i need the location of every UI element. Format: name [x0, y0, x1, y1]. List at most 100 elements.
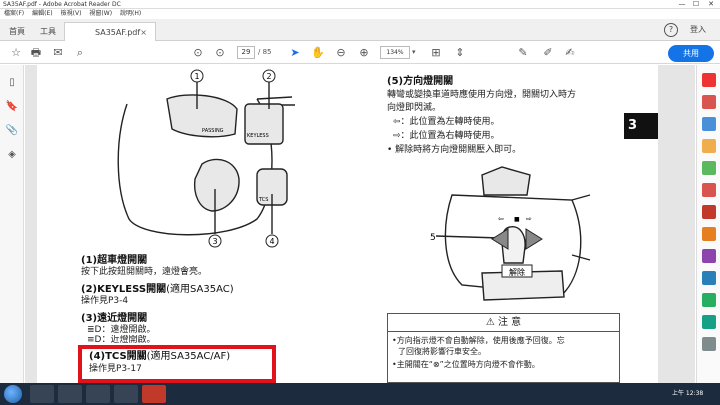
- page-total-label: / 85: [258, 48, 272, 56]
- clock[interactable]: 上午 12:38: [672, 387, 703, 401]
- menu-bar: 檔案(F) 編輯(E) 檢視(V) 視窗(W) 說明(H): [0, 9, 720, 19]
- hand-tool-icon[interactable]: ✋: [310, 45, 326, 61]
- more-tools-icon[interactable]: [702, 293, 716, 307]
- s3-body-2: ≡D：近燈開啟。: [87, 335, 156, 343]
- callout-2: 2: [266, 72, 271, 81]
- scroll-mode-icon[interactable]: ⇕: [452, 45, 468, 61]
- start-button[interactable]: [4, 385, 22, 403]
- tab-tools[interactable]: 工具: [34, 22, 62, 41]
- print-icon[interactable]: 🖶: [28, 45, 44, 61]
- left-navigation-rail: ▯ 🔖 📎 ◈: [0, 65, 24, 383]
- help-icon[interactable]: ?: [664, 23, 678, 37]
- share-button[interactable]: 共用: [668, 45, 714, 62]
- taskbar-acrobat-icon[interactable]: [142, 385, 166, 403]
- menu-file[interactable]: 檔案(F): [4, 9, 24, 19]
- fit-page-icon[interactable]: ⊞: [428, 45, 444, 61]
- settings-icon[interactable]: [702, 337, 716, 351]
- caution-line-2: 了回復將影響行車安全。: [398, 347, 486, 356]
- sign-icon[interactable]: ✍: [562, 45, 578, 61]
- redact-icon[interactable]: [702, 205, 716, 219]
- protect-icon[interactable]: [702, 227, 716, 241]
- maximize-button[interactable]: ☐: [690, 0, 702, 9]
- caution-header: ⚠ 注 意: [388, 314, 619, 332]
- warning-triangle-icon: ⚠: [485, 317, 495, 328]
- keyless-label: KEYLESS: [247, 133, 269, 139]
- tcs-label: TCS: [258, 197, 268, 203]
- pdf-page: 1 2 3 4 PASSING KEYLESS TCS (1)超車燈開關 按下此…: [37, 65, 658, 383]
- menu-window[interactable]: 視窗(W): [89, 9, 112, 19]
- center-mark-icon: ■: [514, 216, 520, 223]
- sign-in-link[interactable]: 登入: [690, 22, 706, 38]
- taskbar-explorer-icon[interactable]: [58, 385, 82, 403]
- zoom-out-icon[interactable]: ⊖: [333, 45, 349, 61]
- page-thumbnails-icon[interactable]: ▯: [4, 75, 20, 91]
- turn-left-mark-icon: ⇦: [498, 215, 504, 223]
- callout-4: 4: [269, 237, 274, 246]
- highlight-box: [78, 345, 276, 383]
- s2-body: 操作見P3-4: [81, 296, 129, 306]
- caution-box: ⚠ 注 意 •方向指示燈不會自動解除，使用後應予回復。忘 了回復將影響行車安全。…: [387, 313, 620, 383]
- s1-title: (1)超車燈開關: [81, 255, 148, 266]
- fill-sign-icon[interactable]: [702, 249, 716, 263]
- turn-signal-illustration: ⇦ ■ ⇨ 5 解除: [430, 166, 591, 301]
- title-bar: SA35AF.pdf - Adobe Acrobat Reader DC — ☐…: [0, 0, 720, 9]
- layers-icon[interactable]: ◈: [4, 147, 20, 163]
- edit-pdf-icon[interactable]: [702, 117, 716, 131]
- handlebar-switch-illustration: 1 2 3 4 PASSING KEYLESS TCS: [117, 69, 295, 248]
- pen-icon[interactable]: ✐: [540, 45, 556, 61]
- document-view[interactable]: 1 2 3 4 PASSING KEYLESS TCS (1)超車燈開關 按下此…: [25, 65, 695, 383]
- menu-help[interactable]: 說明(H): [120, 9, 141, 19]
- system-tray[interactable]: [640, 389, 668, 399]
- taskbar-ie-icon[interactable]: [30, 385, 54, 403]
- window-title: SA35AF.pdf - Adobe Acrobat Reader DC: [3, 1, 121, 8]
- s3-body-1-text: ：遠燈開啟。: [101, 325, 156, 335]
- organize-pages-icon[interactable]: [702, 183, 716, 197]
- comment-tool-icon[interactable]: [702, 139, 716, 153]
- menu-edit[interactable]: 編輯(E): [32, 9, 52, 19]
- zoom-level-field[interactable]: 134%: [380, 46, 410, 59]
- taskbar-app-icon[interactable]: [114, 385, 138, 403]
- s5-title: (5)方向燈開關: [387, 76, 454, 87]
- create-pdf-icon[interactable]: [702, 95, 716, 109]
- taskbar-media-icon[interactable]: [86, 385, 110, 403]
- page-number-input[interactable]: 29: [237, 46, 255, 59]
- passing-label: PASSING: [202, 128, 224, 134]
- zoom-in-icon[interactable]: ⊕: [356, 45, 372, 61]
- caution-title: 注 意: [497, 317, 522, 328]
- scan-icon[interactable]: [702, 315, 716, 329]
- send-for-signature-icon[interactable]: [702, 271, 716, 285]
- comment-icon[interactable]: ✎: [515, 45, 531, 61]
- tab-document[interactable]: SA35AF.pdf ×: [64, 22, 156, 41]
- tab-home[interactable]: 首頁: [4, 22, 30, 41]
- close-window-button[interactable]: ✕: [705, 0, 717, 9]
- caution-line-3-b: ”之位置時方向燈不會作動。: [439, 360, 540, 369]
- caution-line-1: •方向指示燈不會自動解除，使用後應予回復。忘: [392, 336, 565, 345]
- previous-page-icon[interactable]: ⊙: [190, 45, 206, 61]
- callout-5: 5: [430, 233, 436, 243]
- s5-right: ⇨：此位置為右轉時使用。: [393, 131, 500, 142]
- combine-files-icon[interactable]: [702, 161, 716, 175]
- low-beam-icon: ≡D: [87, 335, 102, 343]
- close-tab-icon[interactable]: ×: [140, 23, 147, 42]
- s3-title: (3)遠近燈開關: [81, 313, 148, 324]
- s1-body: 按下此按鈕開關時，遠燈會亮。: [81, 267, 208, 277]
- s3-body-2-text: ：近燈開啟。: [101, 335, 156, 343]
- minimize-button[interactable]: —: [676, 0, 688, 9]
- export-pdf-icon[interactable]: [702, 73, 716, 87]
- taskbar: 上午 12:38: [0, 383, 720, 405]
- turn-right-mark-icon: ⇨: [526, 215, 532, 223]
- bookmark-icon[interactable]: 🔖: [4, 99, 20, 115]
- chevron-down-icon[interactable]: ▾: [412, 46, 416, 59]
- release-label: 解除: [509, 267, 525, 277]
- s2-title-note: (適用SA35AC): [166, 284, 234, 295]
- select-cursor-icon[interactable]: ➤: [287, 45, 303, 61]
- attachment-icon[interactable]: 📎: [4, 123, 20, 139]
- tab-document-label: SA35AF.pdf: [95, 28, 141, 37]
- search-icon[interactable]: ⌕: [72, 45, 88, 61]
- email-icon[interactable]: ✉: [50, 45, 66, 61]
- star-icon[interactable]: ☆: [8, 45, 24, 61]
- caution-line-3-a: •主開關在“: [392, 360, 433, 369]
- next-page-icon[interactable]: ⊙: [212, 45, 228, 61]
- high-beam-icon: ≣D: [87, 325, 102, 335]
- menu-view[interactable]: 檢視(V): [61, 9, 82, 19]
